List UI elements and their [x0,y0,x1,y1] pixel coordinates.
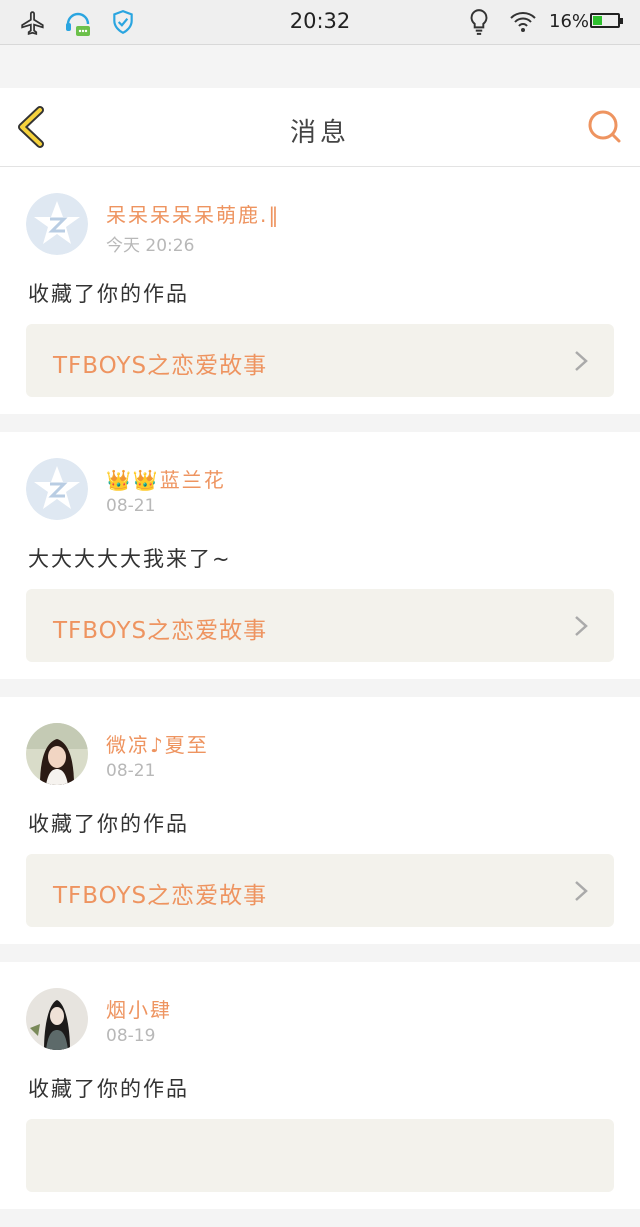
chevron-right-icon [575,351,588,371]
user-name[interactable]: 烟小肆 [106,994,172,1023]
lightbulb-icon [470,9,488,35]
work-link[interactable]: TFBOYS之恋爱故事 [26,324,614,397]
timestamp: 08-19 [106,1026,156,1046]
wifi-icon [510,12,536,32]
user-name[interactable]: 👑👑蓝兰花 [106,464,226,493]
user-name[interactable]: 微凉♪夏至 [106,729,209,758]
timestamp: 今天 20:26 [106,236,195,256]
avatar[interactable] [26,723,88,785]
message-list: 呆呆呆呆呆萌鹿.‖ 今天 20:26 收藏了你的作品 TFBOYS之恋爱故事 👑… [0,167,640,1227]
status-bar: 20:32 16% [0,0,640,45]
message-text: 收藏了你的作品 [28,812,189,836]
work-title: TFBOYS之恋爱故事 [53,883,268,909]
list-item: 呆呆呆呆呆萌鹿.‖ 今天 20:26 收藏了你的作品 TFBOYS之恋爱故事 [0,167,640,414]
message-text: 收藏了你的作品 [28,282,189,306]
avatar[interactable] [26,988,88,1050]
work-link[interactable]: TFBOYS之恋爱故事 [26,854,614,927]
work-title: TFBOYS之恋爱故事 [53,353,268,379]
timestamp: 08-21 [106,761,156,781]
work-link[interactable] [26,1119,614,1192]
chevron-right-icon [575,616,588,636]
chevron-right-icon [575,881,588,901]
message-text: 收藏了你的作品 [28,1077,189,1101]
search-button[interactable] [586,108,622,144]
qq-default-avatar-icon [26,458,88,520]
list-item: 👑👑蓝兰花 08-21 大大大大大我来了~ TFBOYS之恋爱故事 [0,432,640,679]
qq-default-avatar-icon [26,193,88,255]
timestamp: 08-21 [106,496,156,516]
page-title: 消息 [289,118,350,148]
list-item: 烟小肆 08-19 收藏了你的作品 [0,962,640,1209]
list-item: 微凉♪夏至 08-21 收藏了你的作品 TFBOYS之恋爱故事 [0,697,640,944]
user-photo-avatar-icon [26,723,88,785]
work-link[interactable]: TFBOYS之恋爱故事 [26,589,614,662]
status-time: 20:32 [289,9,351,33]
search-icon [588,110,621,143]
battery-percent: 16% [549,11,590,32]
message-text: 大大大大大我来了~ [28,547,232,571]
header: 消息 [0,88,640,167]
user-name[interactable]: 呆呆呆呆呆萌鹿.‖ [106,199,280,228]
avatar[interactable] [26,458,88,520]
avatar[interactable] [26,193,88,255]
user-illustration-avatar-icon [26,988,88,1050]
battery-icon [590,13,623,28]
work-title: TFBOYS之恋爱故事 [53,618,268,644]
